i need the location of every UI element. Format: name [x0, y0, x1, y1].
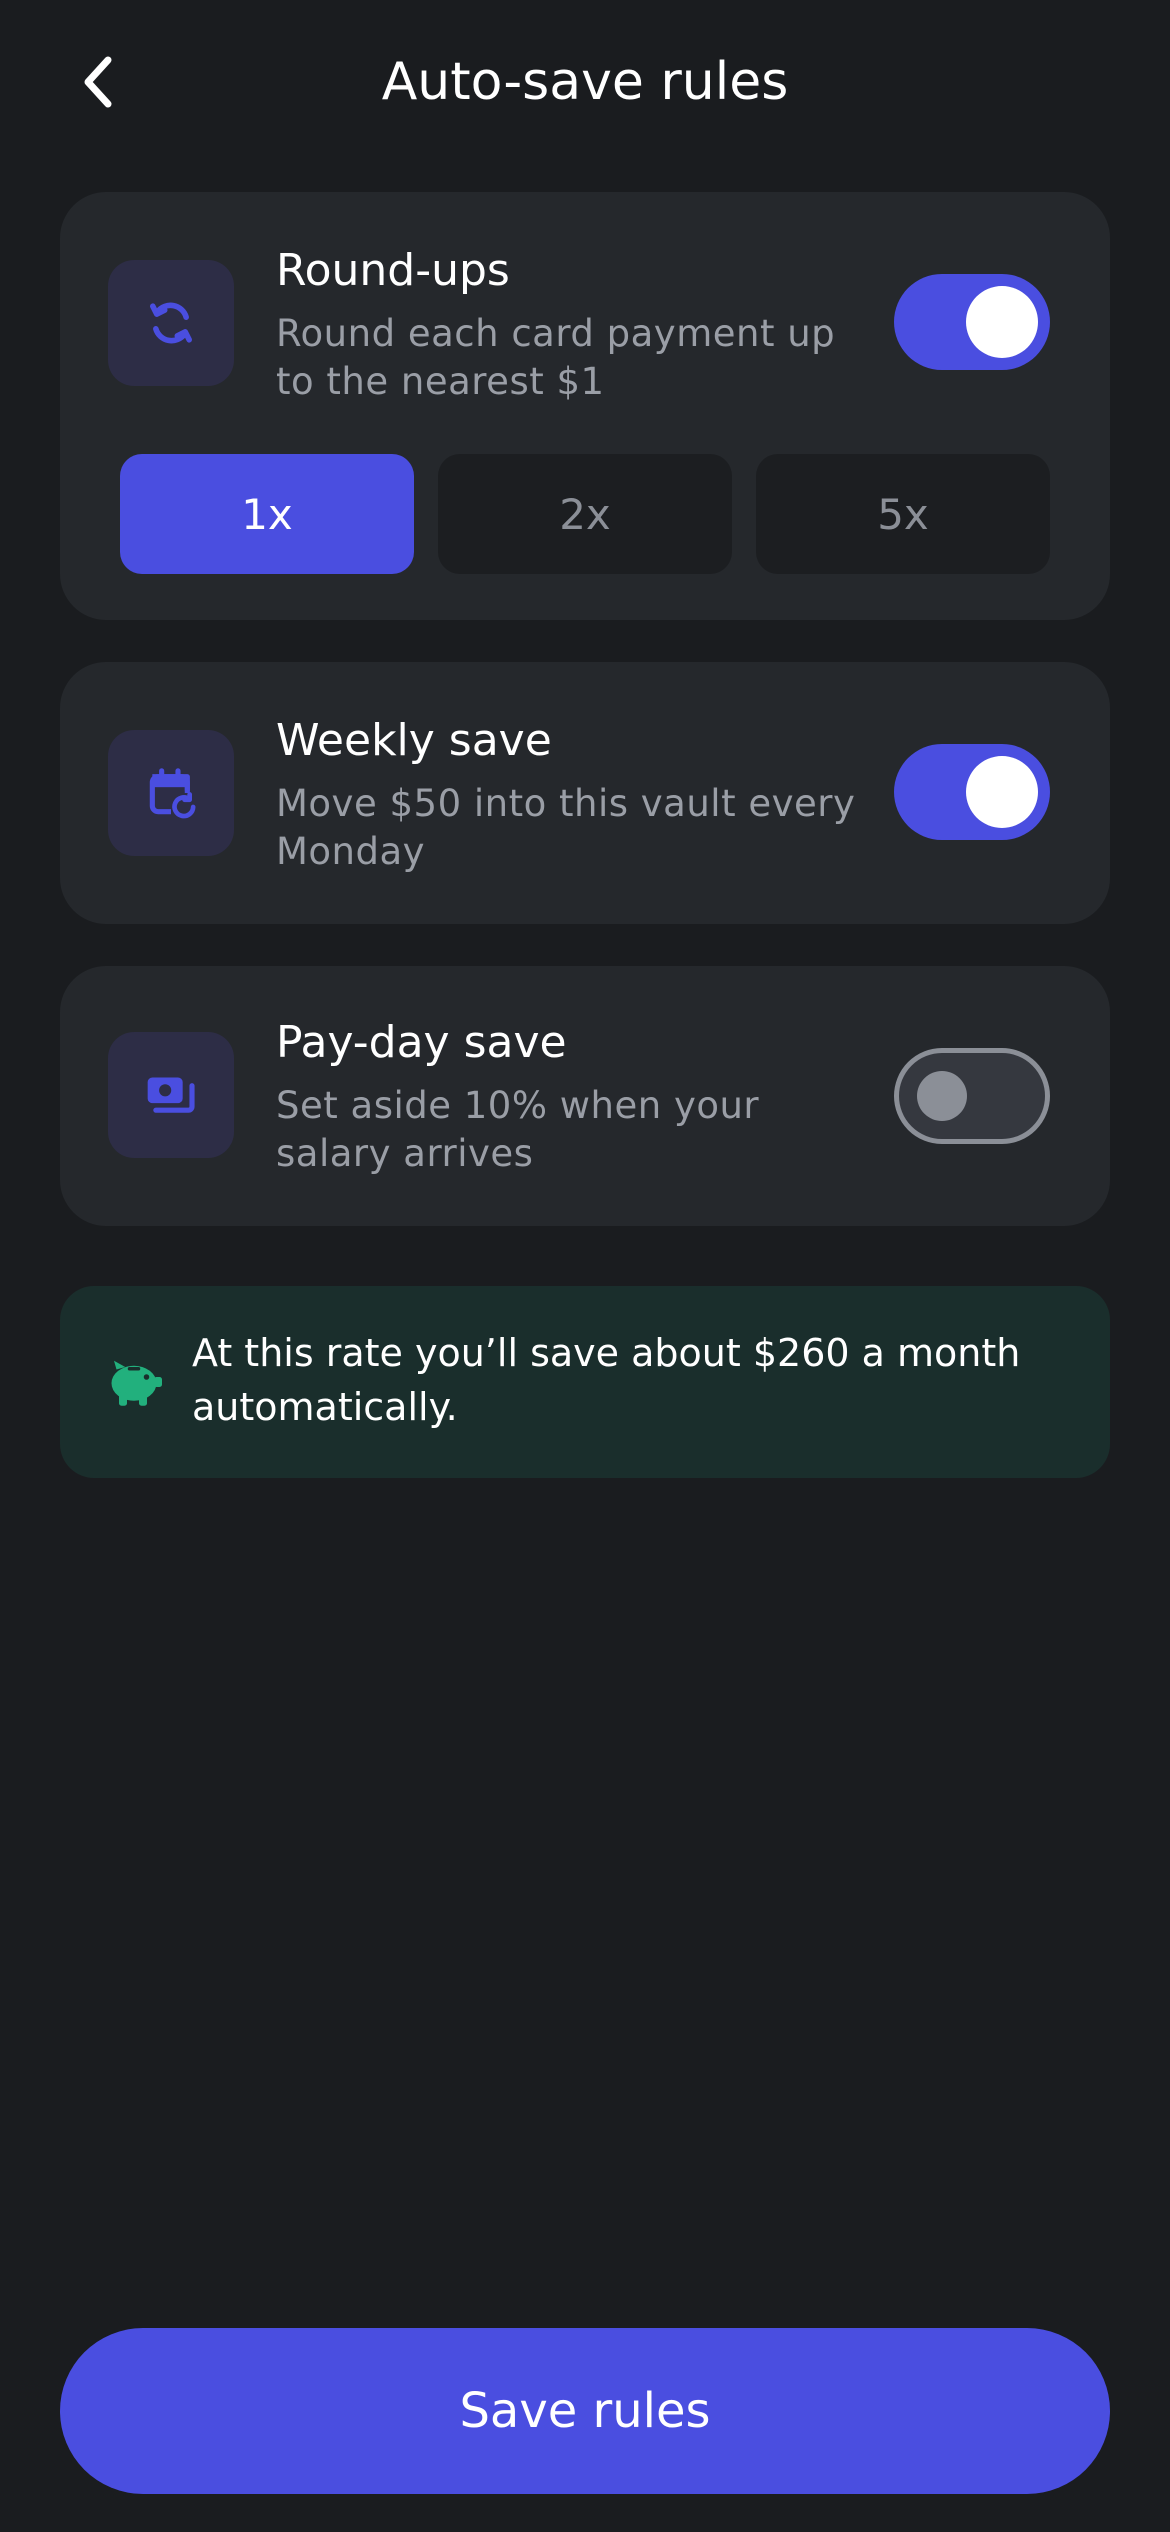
pay-day-save-toggle[interactable]: [894, 1048, 1050, 1144]
save-rules-button[interactable]: Save rules: [60, 2328, 1110, 2494]
rule-description: Move $50 into this vault every Monday: [276, 782, 856, 873]
savings-estimate-card: At this rate you’ll save about $260 a mo…: [60, 1286, 1110, 1478]
rule-description: Set aside 10% when your salary arrives: [276, 1084, 760, 1175]
rule-description: Round each card payment up to the neares…: [276, 312, 836, 403]
toggle-knob: [917, 1071, 967, 1121]
money-icon: [147, 1077, 195, 1113]
piggy-bank-icon: [111, 1360, 162, 1406]
toggle-knob: [966, 756, 1038, 828]
rule-icon-box: [108, 1032, 234, 1158]
refresh-icon: [150, 302, 192, 344]
rule-title: Weekly save: [276, 715, 552, 766]
page-title: Auto-save rules: [381, 52, 789, 112]
calendar-repeat-icon: [149, 768, 199, 821]
weekly-save-toggle[interactable]: [894, 744, 1050, 840]
savings-estimate-text: At this rate you’ll save about $260 a mo…: [192, 1331, 1021, 1429]
rule-title: Round-ups: [276, 245, 510, 296]
rule-card-weekly-save: Weekly save Move $50 into this vault eve…: [60, 662, 1110, 924]
multiplier-option-2x[interactable]: 2x: [438, 454, 732, 574]
rule-card-pay-day-save: Pay-day save Set aside 10% when your sal…: [60, 966, 1110, 1226]
rule-card-round-ups: Round-ups Round each card payment up to …: [60, 192, 1110, 620]
toggle-knob: [966, 286, 1038, 358]
header: Auto-save rules: [0, 0, 1170, 170]
multiplier-option-1x[interactable]: 1x: [120, 454, 414, 574]
rule-icon-box: [108, 260, 234, 386]
rule-title: Pay-day save: [276, 1017, 567, 1068]
multiplier-segmented-control: 1x 2x 5x: [120, 454, 1050, 574]
round-ups-toggle[interactable]: [894, 274, 1050, 370]
multiplier-option-5x[interactable]: 5x: [756, 454, 1050, 574]
rule-icon-box: [108, 730, 234, 856]
